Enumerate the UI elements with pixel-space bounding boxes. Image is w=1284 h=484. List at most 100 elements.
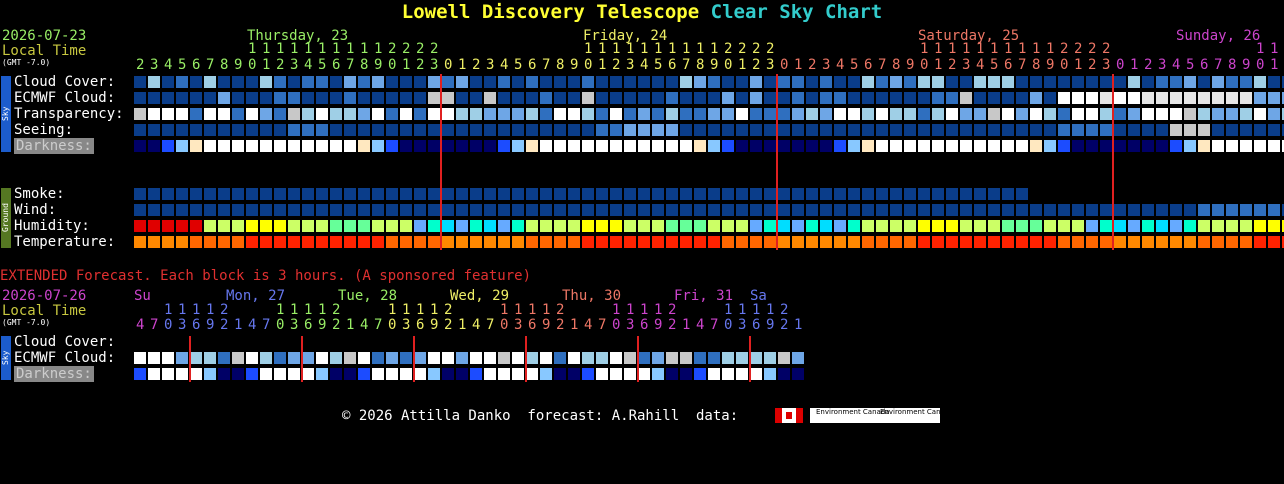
wind-block xyxy=(582,204,594,216)
temperature-block xyxy=(960,236,972,248)
smoke-block xyxy=(582,188,594,200)
cloud-cover-block xyxy=(890,76,902,88)
transparency-block xyxy=(834,108,846,120)
wind-block xyxy=(568,204,580,216)
darkness-block xyxy=(400,140,412,152)
ecmwf-cloud-block xyxy=(1044,92,1056,104)
humidity-block xyxy=(960,220,972,232)
darkness-block xyxy=(680,140,692,152)
transparency-block xyxy=(1072,108,1084,120)
darkness-block xyxy=(708,140,720,152)
temperature-block xyxy=(190,236,202,248)
humidity-block xyxy=(1030,220,1042,232)
ecmwf-cloud-block xyxy=(344,92,356,104)
transparency-block xyxy=(1240,108,1252,120)
ext-darkness-block xyxy=(526,368,538,380)
ext-hour-ones-digit: 3 xyxy=(290,317,298,333)
hour-ones-digit: 1 xyxy=(794,57,802,73)
ext-darkness-block xyxy=(218,368,230,380)
cloud-cover-block xyxy=(372,76,384,88)
ext-darkness-block xyxy=(232,368,244,380)
hour-ones-digit: 0 xyxy=(444,57,452,73)
hour-tens-digit: 2 xyxy=(1102,41,1110,57)
humidity-block xyxy=(918,220,930,232)
hour-ones-digit: 2 xyxy=(276,57,284,73)
cloud-cover-block xyxy=(1114,76,1126,88)
ext-ecmwf-cloud-block xyxy=(582,352,594,364)
smoke-block xyxy=(764,188,776,200)
hour-tens-digit: 1 xyxy=(346,41,354,57)
temperature-block xyxy=(876,236,888,248)
hour-ones-digit: 7 xyxy=(682,57,690,73)
transparency-block xyxy=(1184,108,1196,120)
hour-ones-digit: 7 xyxy=(1018,57,1026,73)
temperature-block xyxy=(260,236,272,248)
ecmwf-cloud-block xyxy=(736,92,748,104)
cloud-cover-block xyxy=(862,76,874,88)
cloud-cover-block xyxy=(666,76,678,88)
wind-block xyxy=(1086,204,1098,216)
ext-darkness-block xyxy=(414,368,426,380)
humidity-block xyxy=(1002,220,1014,232)
temperature-block xyxy=(1100,236,1112,248)
darkness-block xyxy=(792,140,804,152)
hour-tens-digit: 1 xyxy=(332,41,340,57)
ecmwf-cloud-block xyxy=(708,92,720,104)
ext-ecmwf-cloud-block xyxy=(428,352,440,364)
wind-block xyxy=(1044,204,1056,216)
seeing-block xyxy=(1016,124,1028,136)
humidity-block xyxy=(1268,220,1280,232)
darkness-block xyxy=(764,140,776,152)
humidity-block xyxy=(778,220,790,232)
ext-hour-ones-digit: 0 xyxy=(612,317,620,333)
cloud-cover-block xyxy=(540,76,552,88)
ext-hour-ones-digit: 2 xyxy=(780,317,788,333)
transparency-block xyxy=(484,108,496,120)
humidity-block xyxy=(1198,220,1210,232)
ecmwf-cloud-block xyxy=(260,92,272,104)
transparency-block xyxy=(792,108,804,120)
temperature-block xyxy=(134,236,146,248)
ext-hour-tens-digit: 1 xyxy=(528,302,536,318)
ext-ecmwf-cloud-block xyxy=(596,352,608,364)
ecmwf-cloud-block xyxy=(1100,92,1112,104)
darkness-block xyxy=(1114,140,1126,152)
ext-hour-tens-digit: 1 xyxy=(542,302,550,318)
cloud-cover-block xyxy=(1072,76,1084,88)
ext-ecmwf-cloud-block xyxy=(148,352,160,364)
darkness-block xyxy=(428,140,440,152)
seeing-block xyxy=(946,124,958,136)
temperature-block xyxy=(400,236,412,248)
humidity-block xyxy=(750,220,762,232)
smoke-block xyxy=(736,188,748,200)
seeing-block xyxy=(456,124,468,136)
darkness-block xyxy=(778,140,790,152)
cloud-cover-block xyxy=(974,76,986,88)
seeing-block xyxy=(1142,124,1154,136)
ecmwf-cloud-block xyxy=(1240,92,1252,104)
hour-tens-digit: 1 xyxy=(262,41,270,57)
hour-ones-digit: 6 xyxy=(528,57,536,73)
cloud-cover-block xyxy=(414,76,426,88)
cloud-cover-block xyxy=(876,76,888,88)
darkness-block xyxy=(260,140,272,152)
cloud-cover-block xyxy=(694,76,706,88)
hour-tens-digit: 2 xyxy=(416,41,424,57)
ecmwf-cloud-block xyxy=(190,92,202,104)
hour-ones-digit: 1 xyxy=(934,57,942,73)
smoke-block xyxy=(862,188,874,200)
wind-block xyxy=(750,204,762,216)
transparency-block xyxy=(1128,108,1140,120)
darkness-block xyxy=(1212,140,1224,152)
ext-ecmwf-cloud-block xyxy=(414,352,426,364)
wind-block xyxy=(974,204,986,216)
temperature-block xyxy=(834,236,846,248)
cloud-cover-block xyxy=(386,76,398,88)
wind-block xyxy=(484,204,496,216)
temperature-block xyxy=(624,236,636,248)
ext-hour-tens-digit: 1 xyxy=(752,302,760,318)
seeing-block xyxy=(918,124,930,136)
transparency-block xyxy=(274,108,286,120)
hour-tens-digit: 1 xyxy=(1046,41,1054,57)
darkness-block xyxy=(904,140,916,152)
